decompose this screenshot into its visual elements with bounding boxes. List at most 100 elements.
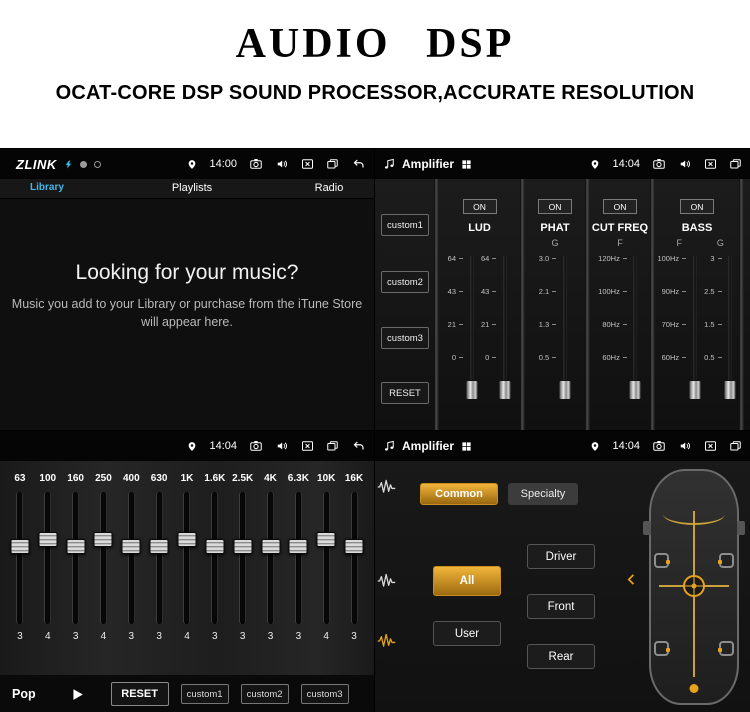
speaker-rear-left[interactable] xyxy=(654,641,670,656)
waveform-icon[interactable] xyxy=(377,479,396,495)
eq-custom1-button[interactable]: custom1 xyxy=(180,684,229,704)
waveform-icon-active[interactable] xyxy=(377,633,396,649)
app-grid-icon[interactable] xyxy=(461,441,472,452)
slider-track[interactable] xyxy=(558,250,572,402)
eq-slider-thumb[interactable] xyxy=(288,538,308,554)
slider-track[interactable] xyxy=(628,250,642,402)
tab-specialty[interactable]: Specialty xyxy=(508,483,578,505)
back-icon[interactable] xyxy=(351,158,366,170)
slider-track[interactable] xyxy=(723,250,737,402)
preset-label[interactable]: Pop xyxy=(12,687,36,701)
slider-track[interactable] xyxy=(465,250,478,402)
dsp-custom2-button[interactable]: custom2 xyxy=(381,271,429,293)
speaker-rear-right[interactable] xyxy=(718,641,734,656)
speaker-front-left[interactable] xyxy=(654,553,670,568)
channel-slider[interactable]: F 120Hz 100Hz 80Hz 60Hz xyxy=(598,238,642,402)
eq-band-value: 3 xyxy=(239,631,246,642)
waveform-icon[interactable] xyxy=(377,573,396,589)
channel-slider[interactable]: F 100Hz 90Hz 70Hz 60Hz xyxy=(657,238,702,402)
close-app-icon[interactable] xyxy=(301,440,314,452)
chevron-left-icon[interactable] xyxy=(625,571,638,588)
eq-slider-track[interactable] xyxy=(177,492,197,624)
eq-slider-track[interactable] xyxy=(38,492,58,624)
eq-slider-track[interactable] xyxy=(10,492,30,624)
eq-slider-thumb[interactable] xyxy=(316,531,336,547)
channel-on-button[interactable]: ON xyxy=(603,199,637,214)
eq-slider-thumb[interactable] xyxy=(10,538,30,554)
dsp-custom1-button[interactable]: custom1 xyxy=(381,214,429,236)
eq-slider-thumb[interactable] xyxy=(149,538,169,554)
eq-slider-thumb[interactable] xyxy=(93,531,113,547)
channel-on-button[interactable]: ON xyxy=(462,199,497,214)
eq-slider-thumb[interactable] xyxy=(177,531,197,547)
eq-slider-track[interactable] xyxy=(288,492,308,624)
slider-thumb[interactable] xyxy=(628,380,642,400)
camera-icon[interactable] xyxy=(652,440,666,452)
recent-apps-icon[interactable] xyxy=(326,440,339,452)
eq-slider-track[interactable] xyxy=(344,492,364,624)
slider-thumb[interactable] xyxy=(465,380,478,400)
speaker-front-right[interactable] xyxy=(718,553,734,568)
eq-custom2-button[interactable]: custom2 xyxy=(240,684,289,704)
slider-track[interactable] xyxy=(688,250,702,402)
zone-rear-button[interactable]: Rear xyxy=(527,644,595,669)
recent-apps-icon[interactable] xyxy=(729,158,742,170)
eq-slider-track[interactable] xyxy=(261,492,281,624)
reset-button[interactable]: RESET xyxy=(110,682,169,706)
eq-slider-thumb[interactable] xyxy=(233,538,253,554)
channel-slider[interactable]: 64 43 21 0 xyxy=(448,238,478,402)
slider-thumb[interactable] xyxy=(688,380,702,400)
recent-apps-icon[interactable] xyxy=(326,158,339,170)
slider-thumb[interactable] xyxy=(723,380,737,400)
channel-name: CUT FREQ xyxy=(591,222,649,234)
eq-slider-track[interactable] xyxy=(66,492,86,624)
eq-slider-track[interactable] xyxy=(205,492,225,624)
eq-slider-track[interactable] xyxy=(233,492,253,624)
eq-slider-thumb[interactable] xyxy=(261,538,281,554)
eq-custom3-button[interactable]: custom3 xyxy=(300,684,349,704)
app-grid-icon[interactable] xyxy=(461,159,472,170)
slider-track-line xyxy=(503,256,507,398)
eq-slider-thumb[interactable] xyxy=(344,538,364,554)
play-icon[interactable] xyxy=(70,687,85,702)
tab-radio[interactable]: Radio xyxy=(300,182,358,194)
close-app-icon[interactable] xyxy=(301,158,314,170)
volume-icon[interactable] xyxy=(275,440,289,452)
channel-slider[interactable]: 64 43 21 0 xyxy=(481,238,512,402)
channel-slider[interactable]: G 3.0 2.1 1.3 0.5 xyxy=(539,238,572,402)
tab-playlists[interactable]: Playlists xyxy=(150,182,234,194)
camera-icon[interactable] xyxy=(249,158,263,170)
dsp-reset-button[interactable]: RESET xyxy=(381,382,429,404)
eq-slider-track[interactable] xyxy=(93,492,113,624)
volume-icon[interactable] xyxy=(678,440,692,452)
tab-common[interactable]: Common xyxy=(420,483,498,505)
library-tab[interactable]: Library xyxy=(30,182,64,193)
camera-icon[interactable] xyxy=(249,440,263,452)
balance-crosshair[interactable] xyxy=(683,575,705,597)
eq-slider-track[interactable] xyxy=(121,492,141,624)
volume-icon[interactable] xyxy=(275,158,289,170)
zone-all-button[interactable]: All xyxy=(433,566,501,596)
slider-thumb[interactable] xyxy=(498,380,512,400)
eq-slider-thumb[interactable] xyxy=(38,531,58,547)
slider-thumb[interactable] xyxy=(558,380,572,400)
camera-icon[interactable] xyxy=(652,158,666,170)
slider-track[interactable] xyxy=(498,250,512,402)
eq-slider-thumb[interactable] xyxy=(66,538,86,554)
close-app-icon[interactable] xyxy=(704,440,717,452)
recent-apps-icon[interactable] xyxy=(729,440,742,452)
channel-on-button[interactable]: ON xyxy=(680,199,714,214)
close-app-icon[interactable] xyxy=(704,158,717,170)
back-icon[interactable] xyxy=(351,440,366,452)
zone-user-button[interactable]: User xyxy=(433,621,501,646)
eq-slider-track[interactable] xyxy=(316,492,336,624)
zone-front-button[interactable]: Front xyxy=(527,594,595,619)
volume-icon[interactable] xyxy=(678,158,692,170)
channel-slider[interactable]: G 3 2.5 1.5 0.5 xyxy=(704,238,737,402)
eq-slider-track[interactable] xyxy=(149,492,169,624)
zone-driver-button[interactable]: Driver xyxy=(527,544,595,569)
eq-slider-thumb[interactable] xyxy=(205,538,225,554)
channel-on-button[interactable]: ON xyxy=(538,199,572,214)
dsp-custom3-button[interactable]: custom3 xyxy=(381,327,429,349)
eq-slider-thumb[interactable] xyxy=(121,538,141,554)
